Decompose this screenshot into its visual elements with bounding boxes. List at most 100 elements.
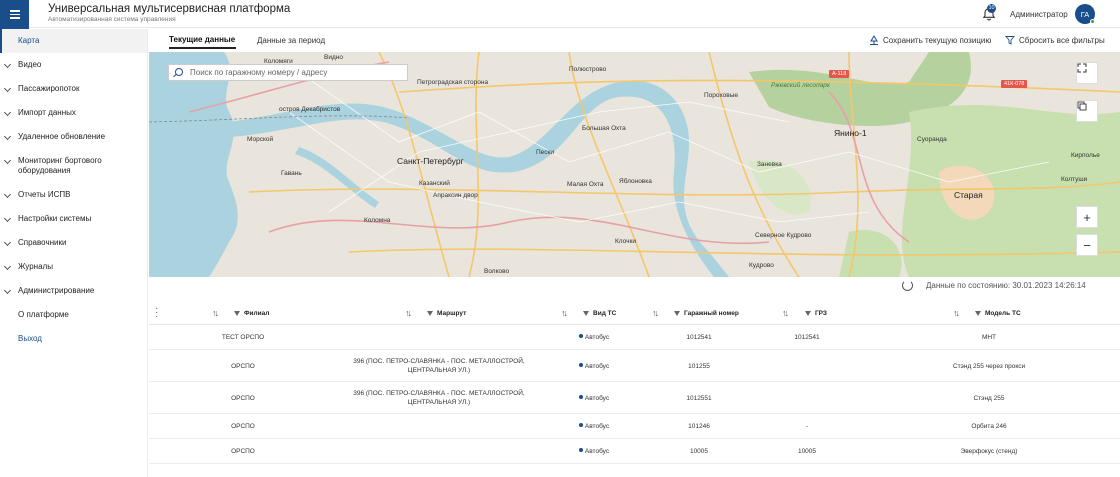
table-row[interactable]: ТЕСТ ОРСПО Автобус 1012541 1012541 МНТ	[149, 325, 1120, 350]
sort-icon[interactable]: ↑↓	[652, 308, 659, 318]
sidebar-item-ispv-reports[interactable]: Отчеты ИСПВ	[0, 183, 147, 207]
user-name[interactable]: Администратор	[1010, 10, 1068, 19]
column-header-model[interactable]: Модель ТС	[975, 310, 1021, 317]
table-row[interactable]: ОРСПО 396 (ПОС. ПЕТРО-СЛАВЯНКА - ПОС. МЕ…	[149, 382, 1120, 414]
sort-icon[interactable]: ↑↓	[405, 308, 412, 318]
filter-icon[interactable]	[234, 311, 240, 316]
cell-garage: 10005	[689, 448, 709, 455]
cell-garage: 101246	[688, 423, 710, 430]
reset-filters-button[interactable]: Сбросить все фильтры	[1005, 35, 1105, 45]
cell-model: Эверфокус (стенд)	[960, 448, 1018, 455]
cell-grz: 1012541	[794, 334, 820, 341]
map-label: Волково	[484, 268, 510, 275]
sort-icon[interactable]: ↑↓	[953, 308, 960, 318]
chevron-down-icon	[3, 84, 12, 93]
table-row[interactable]: ОРСПО 396 (ПОС. ПЕТРО-СЛАВЯНКА - ПОС. МЕ…	[149, 350, 1120, 382]
filter-icon[interactable]	[583, 311, 589, 316]
map-label: Яблоновка	[619, 178, 652, 185]
chevron-down-icon	[3, 132, 12, 141]
column-header-grz[interactable]: ГРЗ	[805, 310, 827, 317]
bus-status-icon	[578, 363, 583, 367]
sidebar-item-about[interactable]: О платформе	[0, 303, 147, 327]
refresh-icon[interactable]	[902, 280, 913, 291]
notification-badge: 10	[987, 4, 996, 13]
cell-branch: ОРСПО	[231, 423, 255, 430]
map-label: Клочки	[615, 238, 636, 245]
map-label: Морской	[247, 136, 274, 143]
map-label: Малая Охта	[567, 181, 604, 188]
cell-model: МНТ	[981, 334, 997, 341]
sidebar-item-video[interactable]: Видео	[0, 53, 147, 77]
more-options-icon[interactable]: · · ·	[155, 304, 158, 322]
sort-icon[interactable]: ↑↓	[212, 308, 219, 318]
cell-type-label: Автобус	[584, 363, 610, 370]
filter-icon[interactable]	[674, 311, 680, 316]
reset-filters-label: Сбросить все фильтры	[1019, 35, 1105, 45]
map-view[interactable]: Коломяги Видно Петроградская сторона ост…	[149, 52, 1120, 277]
sidebar-item-journals[interactable]: Журналы	[0, 255, 147, 279]
filter-icon[interactable]	[427, 311, 433, 316]
map-label: Видно	[324, 54, 343, 61]
table-header: · · · ↑↓ Филиал ↑↓ Маршрут ↑↓ Вид ТС ↑↓ Га…	[149, 304, 1120, 325]
save-position-button[interactable]: Сохранить текущую позицию	[869, 35, 991, 46]
tab-period-data[interactable]: Данные за период	[257, 36, 325, 45]
sidebar-item-map[interactable]: Карта	[0, 29, 147, 53]
vehicles-table: · · · ↑↓ Филиал ↑↓ Маршрут ↑↓ Вид ТС ↑↓ Га…	[149, 304, 1120, 464]
road-sign: 41К-078	[1001, 80, 1028, 88]
table-row[interactable]: ОРСПО Автобус 101246 - Орбита 246	[149, 414, 1120, 439]
map-label: Кирполье	[1071, 152, 1100, 159]
menu-icon[interactable]	[0, 0, 29, 29]
save-position-label: Сохранить текущую позицию	[883, 36, 992, 45]
cell-type-label: Автобус	[584, 423, 610, 430]
sidebar-item-remote-update[interactable]: Удаленное обновление	[0, 125, 147, 149]
sort-icon[interactable]: ↑↓	[561, 308, 568, 318]
map-label: Пороховые	[704, 92, 738, 99]
column-label: Модель ТС	[985, 310, 1021, 317]
filter-icon[interactable]	[975, 311, 981, 316]
zoom-in-button[interactable]: +	[1076, 206, 1098, 228]
app-title: Универсальная мультисервисная платформа	[48, 3, 291, 15]
column-header-garage-number[interactable]: Гаражный номер	[674, 310, 739, 317]
search-icon	[175, 68, 183, 76]
filter-icon[interactable]	[805, 311, 811, 316]
map-label: Ржевский лесопарк	[771, 82, 830, 89]
sidebar-item-logout[interactable]: Выход	[0, 327, 147, 351]
sidebar-item-data-import[interactable]: Импорт данных	[0, 101, 147, 125]
tab-current-data[interactable]: Текущие данные	[169, 35, 235, 44]
cell-garage: 101255	[688, 363, 710, 370]
map-label: Кудрово	[749, 262, 774, 269]
sidebar-item-references[interactable]: Справочники	[0, 231, 147, 255]
sort-icon[interactable]: ↑↓	[782, 308, 789, 318]
cell-type: Автобус	[569, 362, 619, 371]
column-header-type[interactable]: Вид ТС	[583, 310, 616, 317]
sidebar-item-onboard-monitoring[interactable]: Мониторинг бортового оборудования	[0, 149, 147, 183]
map-search-input[interactable]: Поиск по гаражному номеру / адресу	[168, 64, 408, 81]
layers-icon[interactable]	[1076, 100, 1098, 122]
table-row[interactable]: ОРСПО Автобус 10005 10005 Эверфокус (сте…	[149, 439, 1120, 464]
map-label: Казанский	[419, 180, 450, 187]
map-label: Северное Кудрово	[755, 232, 812, 239]
sidebar: Карта Видео Пассажиропоток Импорт данных…	[0, 29, 148, 477]
chevron-down-icon	[3, 214, 12, 223]
sidebar-item-label: Удаленное обновление	[18, 132, 106, 141]
map-label: остров Декабристов	[279, 106, 341, 113]
zoom-out-button[interactable]: −	[1076, 234, 1098, 256]
sidebar-item-label: Видео	[18, 60, 42, 69]
bus-status-icon	[578, 395, 583, 399]
cell-garage: 1012541	[686, 334, 712, 341]
map-label: Полюстрово	[569, 66, 607, 73]
cell-branch: ОРСПО	[231, 448, 255, 455]
chevron-down-icon	[3, 190, 12, 199]
cell-grz: 10005	[797, 448, 817, 455]
column-header-branch[interactable]: Филиал	[234, 310, 269, 317]
fullscreen-icon[interactable]	[1076, 62, 1098, 84]
sidebar-item-passenger-flow[interactable]: Пассажиропоток	[0, 77, 147, 101]
sidebar-item-system-settings[interactable]: Настройки системы	[0, 207, 147, 231]
column-header-route[interactable]: Маршрут	[427, 310, 466, 317]
map-label: Большая Охта	[582, 125, 626, 132]
cell-type: Автобус	[569, 333, 619, 342]
cell-type-label: Автобус	[584, 395, 610, 402]
chevron-down-icon	[3, 238, 12, 247]
cell-type-label: Автобус	[584, 448, 610, 455]
sidebar-item-administration[interactable]: Администрирование	[0, 279, 147, 303]
